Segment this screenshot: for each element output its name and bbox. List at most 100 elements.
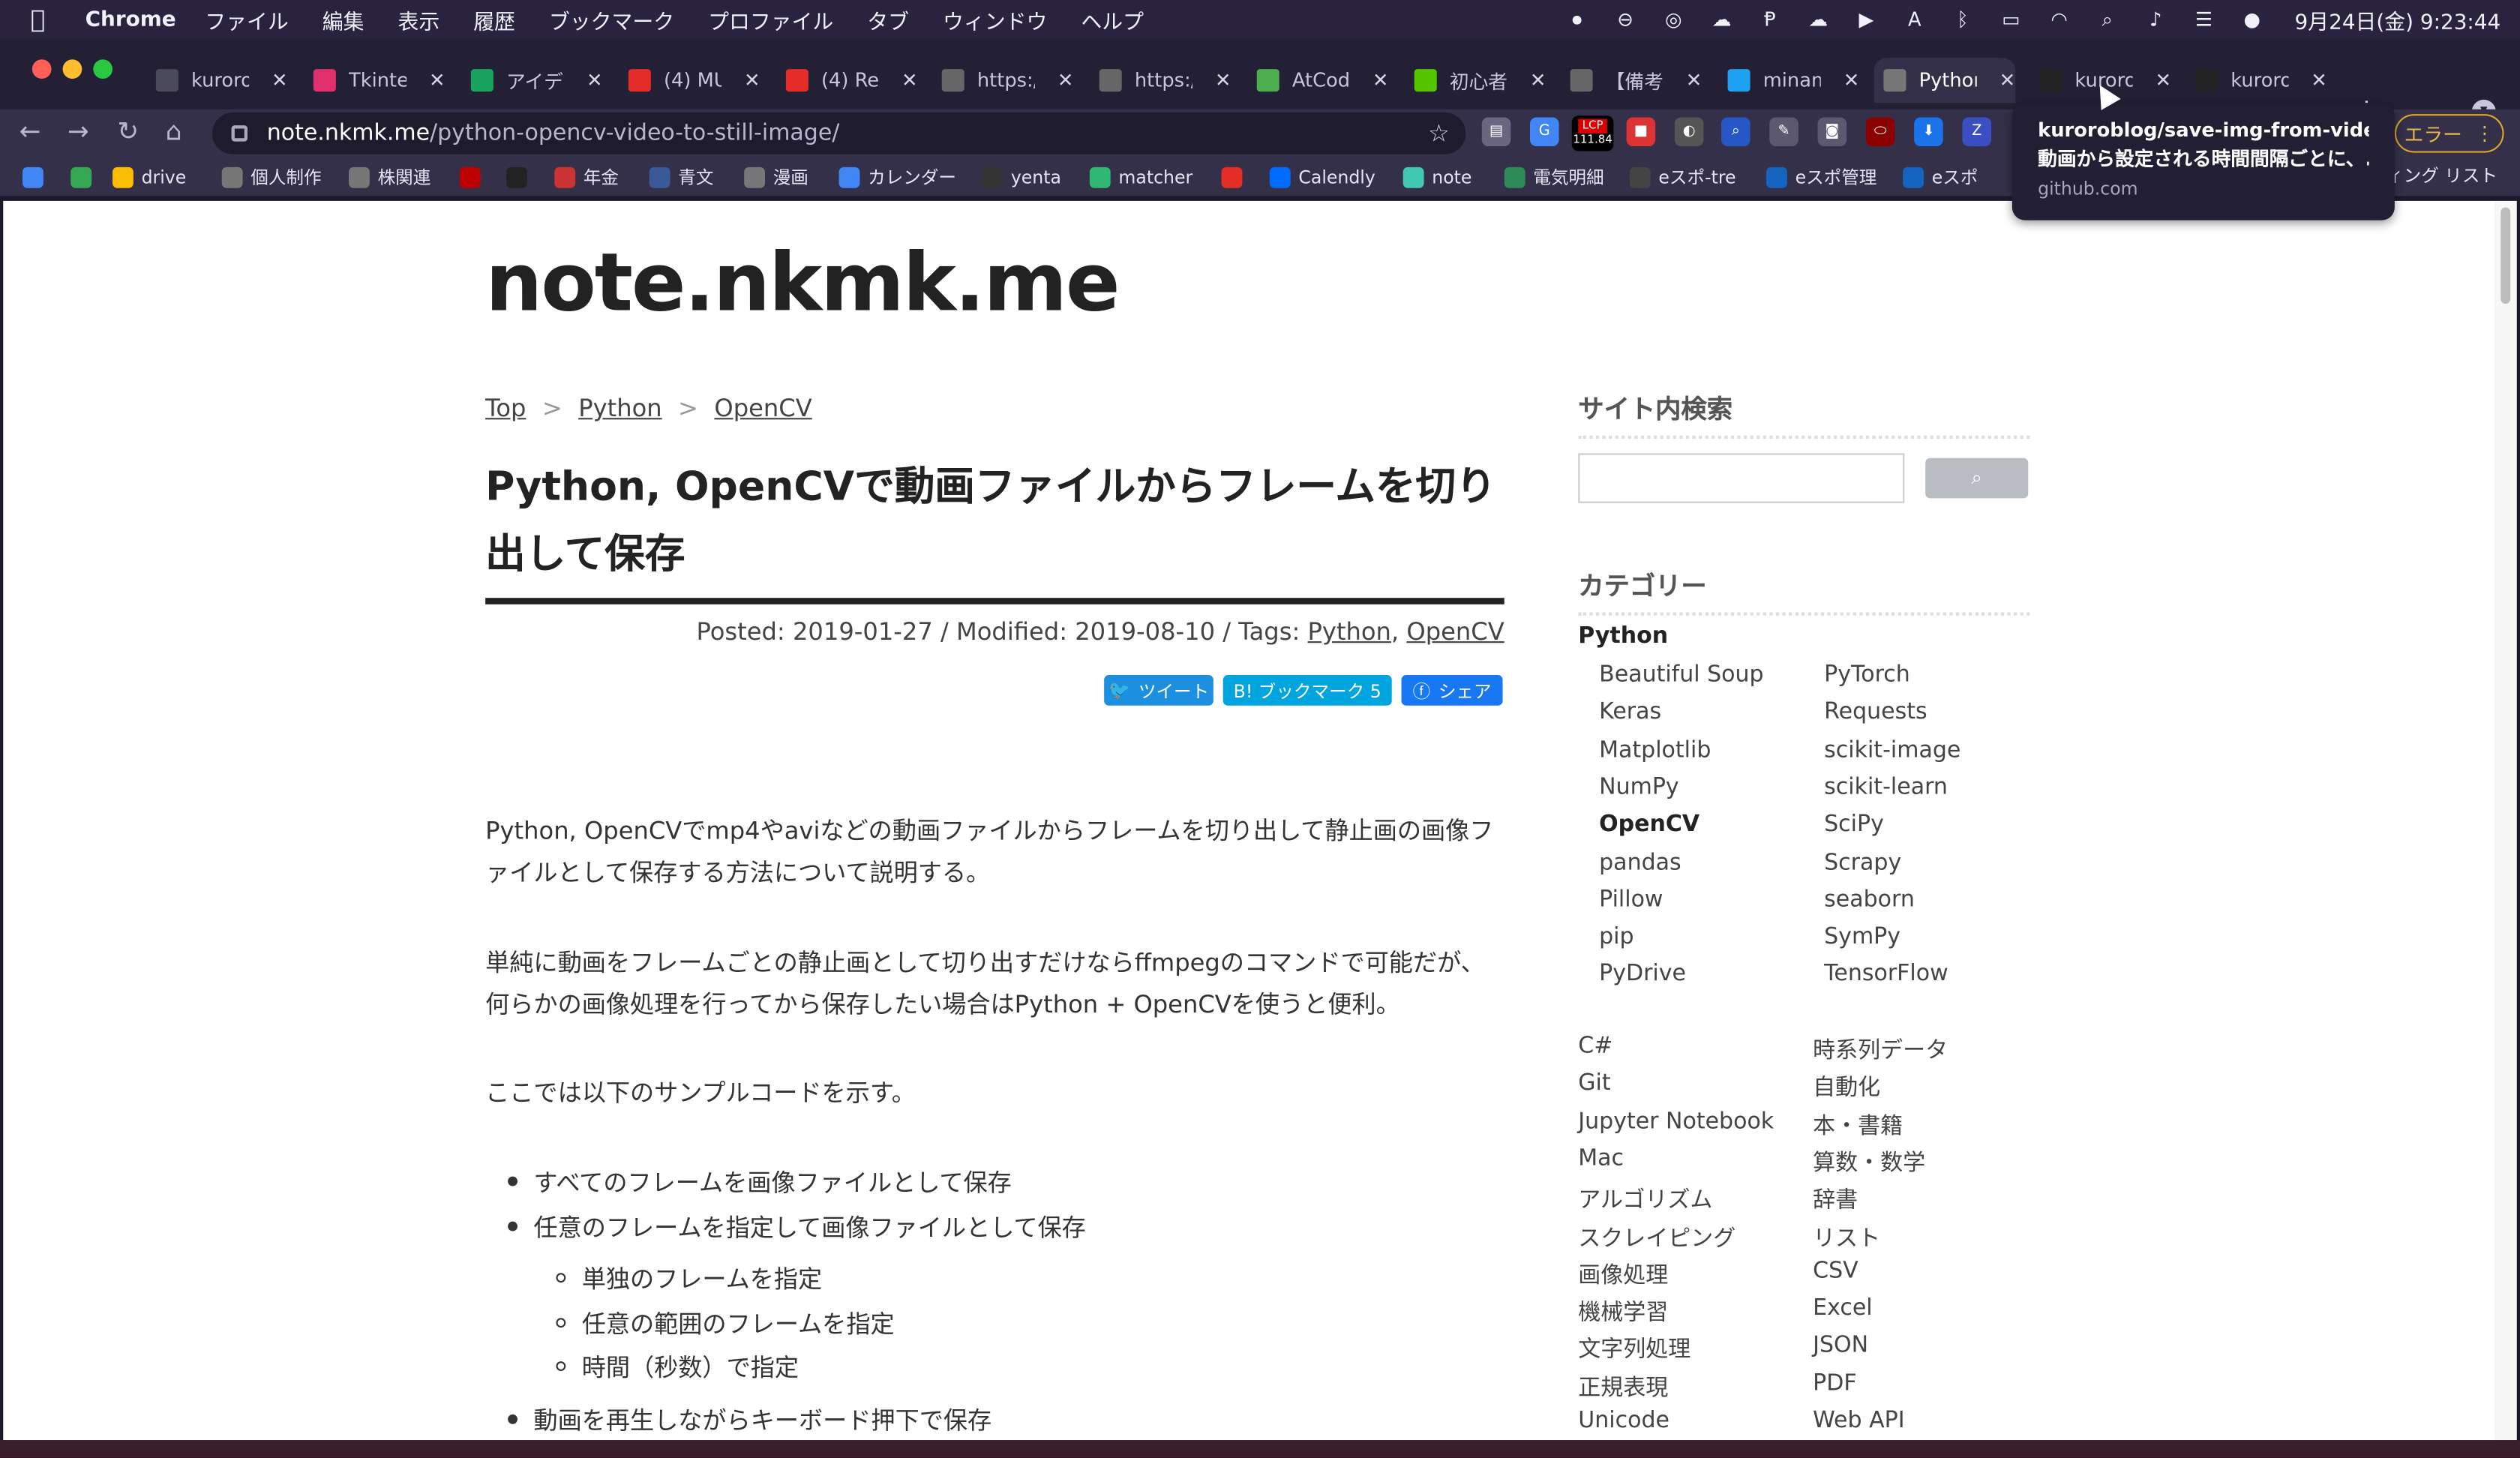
menu-history[interactable]: 履歴 <box>473 4 515 34</box>
bookmark-item[interactable]: matcher <box>1089 162 1192 191</box>
ext-red-icon[interactable]: ■ <box>1626 117 1656 147</box>
close-tab-icon[interactable]: ✕ <box>272 69 288 92</box>
bluetooth-icon[interactable]: ᛒ <box>1951 8 1975 31</box>
tab-2[interactable]: Tkinter ✕ <box>304 58 446 103</box>
spotlight-icon[interactable]: ⌕ <box>2096 8 2120 31</box>
category-link[interactable]: pip <box>1599 924 1634 950</box>
cloud-icon[interactable]: ☁ <box>1806 8 1830 31</box>
category-link[interactable]: OpenCV <box>1599 812 1700 838</box>
close-window-button[interactable] <box>32 59 52 80</box>
category-link[interactable]: Unicode <box>1578 1408 1670 1433</box>
category-link[interactable]: スクレイピング <box>1578 1221 1736 1253</box>
siri-icon[interactable]: ● <box>2240 8 2264 31</box>
breadcrumb-top[interactable]: Top <box>485 394 526 423</box>
category-link[interactable]: Pillow <box>1599 887 1663 913</box>
category-link[interactable]: TensorFlow <box>1824 962 1948 987</box>
bookmark-item[interactable]: note <box>1402 162 1472 191</box>
scrollbar-thumb[interactable] <box>2500 207 2511 304</box>
bookmark-item[interactable]: eスポ-tre <box>1629 162 1736 191</box>
bookmark-item[interactable]: 株関連 <box>349 162 430 191</box>
tab-5[interactable]: (4) Rel ✕ <box>776 58 918 103</box>
bookmark-item[interactable]: drive <box>112 162 186 191</box>
menu-profiles[interactable]: プロファイル <box>708 4 833 34</box>
tab-14[interactable]: kuroro ✕ <box>2186 58 2327 103</box>
category-python[interactable]: Python <box>1578 623 1668 649</box>
menu-view[interactable]: 表示 <box>398 4 440 34</box>
close-tab-icon[interactable]: ✕ <box>1372 69 1389 92</box>
tab-7[interactable]: https:// ✕ <box>1090 58 1232 103</box>
camera-ext-icon[interactable]: ◙ <box>1817 117 1847 147</box>
close-tab-icon[interactable]: ✕ <box>1215 69 1232 92</box>
tab-4[interactable]: (4) MU ✕ <box>619 58 760 103</box>
battery-icon[interactable]: ▭ <box>1999 8 2023 31</box>
error-button[interactable]: エラー ⋮ <box>2394 114 2504 153</box>
tab-11[interactable]: minam ✕ <box>1718 58 1860 103</box>
tab-8[interactable]: AtCode ✕ <box>1247 58 1389 103</box>
facebook-share-button[interactable]: ⓕ シェア <box>1401 675 1503 706</box>
category-link[interactable]: SymPy <box>1824 924 1900 950</box>
menu-file[interactable]: ファイル <box>205 4 288 34</box>
category-link[interactable]: PyTorch <box>1824 662 1910 688</box>
menu-help[interactable]: ヘルプ <box>1081 4 1144 34</box>
bookmark-item[interactable] <box>459 162 481 191</box>
bookmark-item[interactable]: eスポ管理 <box>1766 162 1876 191</box>
close-tab-icon[interactable]: ✕ <box>2155 69 2171 92</box>
category-link[interactable]: C# <box>1578 1034 1612 1059</box>
hatena-bookmark-button[interactable]: B! ブックマーク 5 <box>1222 675 1392 706</box>
category-link[interactable]: Web API <box>1813 1408 1904 1433</box>
category-link[interactable]: Beautiful Soup <box>1599 662 1763 688</box>
bookmark-item[interactable]: カレンダー <box>838 162 956 191</box>
control-center-icon[interactable]: ☰ <box>2192 8 2216 31</box>
address-bar[interactable]: note.nkmk.me/python-opencv-video-to-stil… <box>212 112 1466 154</box>
category-link[interactable]: Keras <box>1599 700 1661 725</box>
page-scrollbar[interactable] <box>2494 200 2517 1441</box>
category-link[interactable]: 機械学習 <box>1578 1295 1668 1328</box>
translate-ext-icon[interactable]: G <box>1529 117 1559 147</box>
category-link[interactable]: 画像処理 <box>1578 1258 1668 1291</box>
vpn-icon[interactable]: ⊖ <box>1613 8 1637 31</box>
apple-menu-icon[interactable]:  <box>31 4 63 34</box>
bookmark-item[interactable]: yenta <box>982 162 1061 191</box>
close-tab-icon[interactable]: ✕ <box>1844 69 1860 92</box>
category-link[interactable]: scikit-image <box>1824 737 1960 763</box>
close-tab-icon[interactable]: ✕ <box>429 69 446 92</box>
lcp-ext-icon[interactable]: LCP 111.84 <box>1571 116 1614 152</box>
category-link[interactable]: Git <box>1578 1071 1610 1096</box>
category-link[interactable]: seaborn <box>1824 887 1915 913</box>
back-button[interactable]: ← <box>20 116 41 146</box>
category-link[interactable]: SciPy <box>1824 812 1884 838</box>
tab-3[interactable]: アイデ ✕ <box>461 58 603 103</box>
category-link[interactable]: 算数・数学 <box>1813 1146 1925 1178</box>
app-menu[interactable]: Chrome <box>86 8 176 32</box>
category-link[interactable]: 正規表現 <box>1578 1370 1668 1402</box>
home-button[interactable]: ⌂ <box>166 116 182 146</box>
bookmark-item[interactable] <box>70 162 92 191</box>
bookmark-item[interactable] <box>506 162 527 191</box>
close-tab-icon[interactable]: ✕ <box>2000 69 2016 92</box>
play-icon[interactable]: ▶ <box>1854 8 1878 31</box>
category-link[interactable]: CSV <box>1813 1258 1858 1284</box>
forward-button[interactable]: → <box>68 116 89 146</box>
category-link[interactable]: PDF <box>1813 1370 1856 1396</box>
close-tab-icon[interactable]: ✕ <box>902 69 918 92</box>
lock-icon[interactable] <box>231 125 248 142</box>
site-search-button[interactable]: ⌕ <box>1925 458 2029 499</box>
category-link[interactable]: NumPy <box>1599 775 1679 800</box>
breadcrumb-opencv[interactable]: OpenCV <box>714 394 812 423</box>
weather-icon[interactable]: ☁ <box>1710 8 1734 31</box>
bookmark-item[interactable]: 青文 <box>649 162 713 191</box>
bookmark-item[interactable]: Calendly <box>1269 162 1376 191</box>
close-tab-icon[interactable]: ✕ <box>1686 69 1702 92</box>
clock[interactable]: 9月24日(金) 9:23:44 <box>2295 4 2501 34</box>
menu-edit[interactable]: 編集 <box>322 4 364 34</box>
tag-python[interactable]: Python <box>1308 617 1391 646</box>
reload-button[interactable]: ↻ <box>117 116 139 146</box>
tab-10[interactable]: 【備考】 ✕ <box>1561 58 1702 103</box>
category-link[interactable]: Scrapy <box>1824 850 1901 875</box>
menu-tab[interactable]: タブ <box>867 4 909 34</box>
category-link[interactable]: Excel <box>1813 1295 1872 1321</box>
category-link[interactable]: scikit-learn <box>1824 775 1948 800</box>
category-link[interactable]: pandas <box>1599 850 1682 875</box>
tab-1[interactable]: kuroro ✕ <box>146 58 288 103</box>
close-tab-icon[interactable]: ✕ <box>744 69 760 92</box>
